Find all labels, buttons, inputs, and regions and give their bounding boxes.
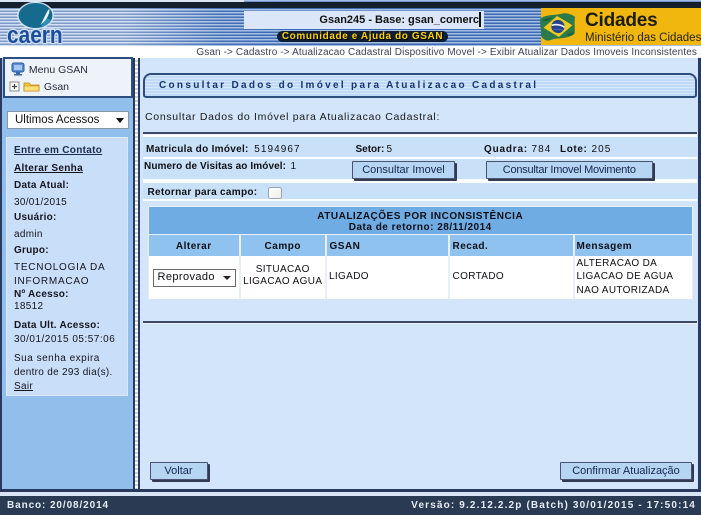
svg-text:caern: caern <box>7 22 63 46</box>
